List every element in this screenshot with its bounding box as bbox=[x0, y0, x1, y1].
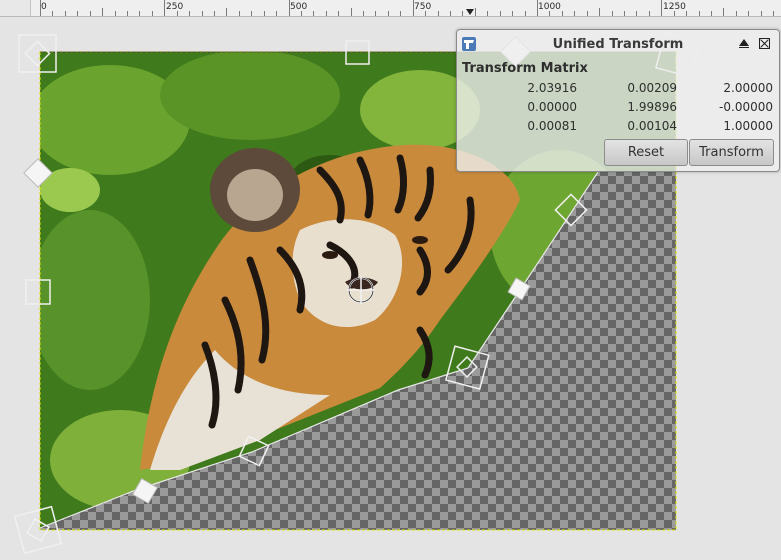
matrix-cell: 0.00209 bbox=[627, 81, 677, 95]
matrix-cell: 0.00104 bbox=[627, 119, 677, 133]
unified-transform-dialog[interactable]: Unified Transform Transform Matrix 2.039… bbox=[456, 29, 780, 172]
matrix-cell: 0.00000 bbox=[527, 100, 577, 114]
collapse-icon[interactable] bbox=[739, 39, 749, 46]
matrix-row: 0.00000 1.99896 -0.00000 bbox=[457, 100, 779, 117]
matrix-row: 0.00081 0.00104 1.00000 bbox=[457, 119, 779, 136]
matrix-cell: 1.00000 bbox=[723, 119, 773, 133]
matrix-cell: 0.00081 bbox=[527, 119, 577, 133]
matrix-row: 2.03916 0.00209 2.00000 bbox=[457, 81, 779, 98]
reset-button[interactable]: Reset bbox=[604, 139, 688, 166]
dialog-title: Unified Transform bbox=[552, 37, 684, 52]
matrix-cell: 1.99896 bbox=[627, 100, 677, 114]
matrix-cell: 2.03916 bbox=[527, 81, 577, 95]
collapse-icon-bar bbox=[739, 47, 749, 48]
close-icon[interactable] bbox=[759, 38, 770, 49]
matrix-cell: -0.00000 bbox=[719, 100, 773, 114]
dialog-title-bar[interactable]: Unified Transform bbox=[457, 30, 779, 58]
matrix-cell: 2.00000 bbox=[723, 81, 773, 95]
transform-matrix-label: Transform Matrix bbox=[462, 61, 588, 76]
transform-button[interactable]: Transform bbox=[689, 139, 774, 166]
